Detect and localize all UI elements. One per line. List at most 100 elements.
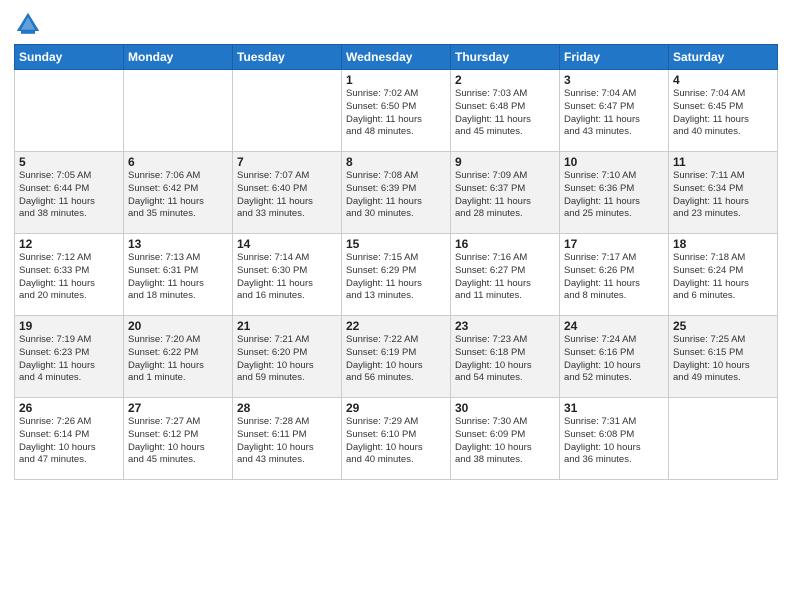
calendar-week-row: 1Sunrise: 7:02 AM Sunset: 6:50 PM Daylig…: [15, 70, 778, 152]
calendar-cell: 11Sunrise: 7:11 AM Sunset: 6:34 PM Dayli…: [669, 152, 778, 234]
day-number: 30: [455, 401, 555, 415]
day-number: 10: [564, 155, 664, 169]
day-info: Sunrise: 7:07 AM Sunset: 6:40 PM Dayligh…: [237, 170, 337, 221]
calendar-cell: 8Sunrise: 7:08 AM Sunset: 6:39 PM Daylig…: [342, 152, 451, 234]
column-header-saturday: Saturday: [669, 45, 778, 70]
day-number: 6: [128, 155, 228, 169]
day-info: Sunrise: 7:19 AM Sunset: 6:23 PM Dayligh…: [19, 334, 119, 385]
calendar-cell: 21Sunrise: 7:21 AM Sunset: 6:20 PM Dayli…: [233, 316, 342, 398]
calendar-cell: 23Sunrise: 7:23 AM Sunset: 6:18 PM Dayli…: [451, 316, 560, 398]
calendar-cell: 30Sunrise: 7:30 AM Sunset: 6:09 PM Dayli…: [451, 398, 560, 480]
day-number: 4: [673, 73, 773, 87]
day-info: Sunrise: 7:29 AM Sunset: 6:10 PM Dayligh…: [346, 416, 446, 467]
day-number: 2: [455, 73, 555, 87]
day-number: 31: [564, 401, 664, 415]
column-header-sunday: Sunday: [15, 45, 124, 70]
day-info: Sunrise: 7:27 AM Sunset: 6:12 PM Dayligh…: [128, 416, 228, 467]
calendar-cell: [669, 398, 778, 480]
day-info: Sunrise: 7:24 AM Sunset: 6:16 PM Dayligh…: [564, 334, 664, 385]
calendar-cell: 15Sunrise: 7:15 AM Sunset: 6:29 PM Dayli…: [342, 234, 451, 316]
day-info: Sunrise: 7:04 AM Sunset: 6:45 PM Dayligh…: [673, 88, 773, 139]
day-number: 21: [237, 319, 337, 333]
day-info: Sunrise: 7:15 AM Sunset: 6:29 PM Dayligh…: [346, 252, 446, 303]
calendar-cell: [15, 70, 124, 152]
calendar-cell: 29Sunrise: 7:29 AM Sunset: 6:10 PM Dayli…: [342, 398, 451, 480]
day-number: 26: [19, 401, 119, 415]
calendar-header-row: SundayMondayTuesdayWednesdayThursdayFrid…: [15, 45, 778, 70]
day-info: Sunrise: 7:11 AM Sunset: 6:34 PM Dayligh…: [673, 170, 773, 221]
logo: [14, 10, 46, 38]
calendar-cell: [124, 70, 233, 152]
calendar-cell: 16Sunrise: 7:16 AM Sunset: 6:27 PM Dayli…: [451, 234, 560, 316]
calendar-cell: 14Sunrise: 7:14 AM Sunset: 6:30 PM Dayli…: [233, 234, 342, 316]
day-info: Sunrise: 7:08 AM Sunset: 6:39 PM Dayligh…: [346, 170, 446, 221]
day-info: Sunrise: 7:31 AM Sunset: 6:08 PM Dayligh…: [564, 416, 664, 467]
calendar-cell: 27Sunrise: 7:27 AM Sunset: 6:12 PM Dayli…: [124, 398, 233, 480]
calendar-cell: 1Sunrise: 7:02 AM Sunset: 6:50 PM Daylig…: [342, 70, 451, 152]
day-number: 22: [346, 319, 446, 333]
calendar-cell: 7Sunrise: 7:07 AM Sunset: 6:40 PM Daylig…: [233, 152, 342, 234]
day-number: 17: [564, 237, 664, 251]
day-info: Sunrise: 7:25 AM Sunset: 6:15 PM Dayligh…: [673, 334, 773, 385]
column-header-wednesday: Wednesday: [342, 45, 451, 70]
calendar-cell: 4Sunrise: 7:04 AM Sunset: 6:45 PM Daylig…: [669, 70, 778, 152]
day-info: Sunrise: 7:14 AM Sunset: 6:30 PM Dayligh…: [237, 252, 337, 303]
calendar-cell: 17Sunrise: 7:17 AM Sunset: 6:26 PM Dayli…: [560, 234, 669, 316]
day-info: Sunrise: 7:10 AM Sunset: 6:36 PM Dayligh…: [564, 170, 664, 221]
day-number: 15: [346, 237, 446, 251]
calendar-cell: 18Sunrise: 7:18 AM Sunset: 6:24 PM Dayli…: [669, 234, 778, 316]
day-number: 29: [346, 401, 446, 415]
day-number: 11: [673, 155, 773, 169]
day-info: Sunrise: 7:28 AM Sunset: 6:11 PM Dayligh…: [237, 416, 337, 467]
calendar-table: SundayMondayTuesdayWednesdayThursdayFrid…: [14, 44, 778, 480]
calendar-cell: 25Sunrise: 7:25 AM Sunset: 6:15 PM Dayli…: [669, 316, 778, 398]
calendar-cell: 20Sunrise: 7:20 AM Sunset: 6:22 PM Dayli…: [124, 316, 233, 398]
day-info: Sunrise: 7:26 AM Sunset: 6:14 PM Dayligh…: [19, 416, 119, 467]
calendar-cell: [233, 70, 342, 152]
calendar-cell: 28Sunrise: 7:28 AM Sunset: 6:11 PM Dayli…: [233, 398, 342, 480]
day-number: 24: [564, 319, 664, 333]
calendar-cell: 2Sunrise: 7:03 AM Sunset: 6:48 PM Daylig…: [451, 70, 560, 152]
calendar-cell: 24Sunrise: 7:24 AM Sunset: 6:16 PM Dayli…: [560, 316, 669, 398]
day-info: Sunrise: 7:17 AM Sunset: 6:26 PM Dayligh…: [564, 252, 664, 303]
day-number: 18: [673, 237, 773, 251]
day-number: 1: [346, 73, 446, 87]
calendar-cell: 31Sunrise: 7:31 AM Sunset: 6:08 PM Dayli…: [560, 398, 669, 480]
day-info: Sunrise: 7:23 AM Sunset: 6:18 PM Dayligh…: [455, 334, 555, 385]
calendar-cell: 12Sunrise: 7:12 AM Sunset: 6:33 PM Dayli…: [15, 234, 124, 316]
calendar-cell: 22Sunrise: 7:22 AM Sunset: 6:19 PM Dayli…: [342, 316, 451, 398]
day-info: Sunrise: 7:03 AM Sunset: 6:48 PM Dayligh…: [455, 88, 555, 139]
column-header-friday: Friday: [560, 45, 669, 70]
column-header-thursday: Thursday: [451, 45, 560, 70]
day-info: Sunrise: 7:16 AM Sunset: 6:27 PM Dayligh…: [455, 252, 555, 303]
day-number: 12: [19, 237, 119, 251]
column-header-monday: Monday: [124, 45, 233, 70]
calendar-cell: 5Sunrise: 7:05 AM Sunset: 6:44 PM Daylig…: [15, 152, 124, 234]
calendar-cell: 9Sunrise: 7:09 AM Sunset: 6:37 PM Daylig…: [451, 152, 560, 234]
calendar-week-row: 12Sunrise: 7:12 AM Sunset: 6:33 PM Dayli…: [15, 234, 778, 316]
day-number: 7: [237, 155, 337, 169]
day-number: 23: [455, 319, 555, 333]
day-number: 8: [346, 155, 446, 169]
day-info: Sunrise: 7:12 AM Sunset: 6:33 PM Dayligh…: [19, 252, 119, 303]
header: [14, 10, 778, 38]
day-info: Sunrise: 7:22 AM Sunset: 6:19 PM Dayligh…: [346, 334, 446, 385]
day-info: Sunrise: 7:30 AM Sunset: 6:09 PM Dayligh…: [455, 416, 555, 467]
day-info: Sunrise: 7:13 AM Sunset: 6:31 PM Dayligh…: [128, 252, 228, 303]
calendar-cell: 10Sunrise: 7:10 AM Sunset: 6:36 PM Dayli…: [560, 152, 669, 234]
calendar-cell: 3Sunrise: 7:04 AM Sunset: 6:47 PM Daylig…: [560, 70, 669, 152]
day-number: 27: [128, 401, 228, 415]
day-number: 14: [237, 237, 337, 251]
day-number: 16: [455, 237, 555, 251]
calendar-cell: 13Sunrise: 7:13 AM Sunset: 6:31 PM Dayli…: [124, 234, 233, 316]
day-info: Sunrise: 7:18 AM Sunset: 6:24 PM Dayligh…: [673, 252, 773, 303]
day-number: 28: [237, 401, 337, 415]
day-info: Sunrise: 7:04 AM Sunset: 6:47 PM Dayligh…: [564, 88, 664, 139]
day-number: 13: [128, 237, 228, 251]
day-info: Sunrise: 7:06 AM Sunset: 6:42 PM Dayligh…: [128, 170, 228, 221]
day-info: Sunrise: 7:09 AM Sunset: 6:37 PM Dayligh…: [455, 170, 555, 221]
day-number: 3: [564, 73, 664, 87]
calendar-week-row: 19Sunrise: 7:19 AM Sunset: 6:23 PM Dayli…: [15, 316, 778, 398]
day-number: 25: [673, 319, 773, 333]
calendar-cell: 26Sunrise: 7:26 AM Sunset: 6:14 PM Dayli…: [15, 398, 124, 480]
